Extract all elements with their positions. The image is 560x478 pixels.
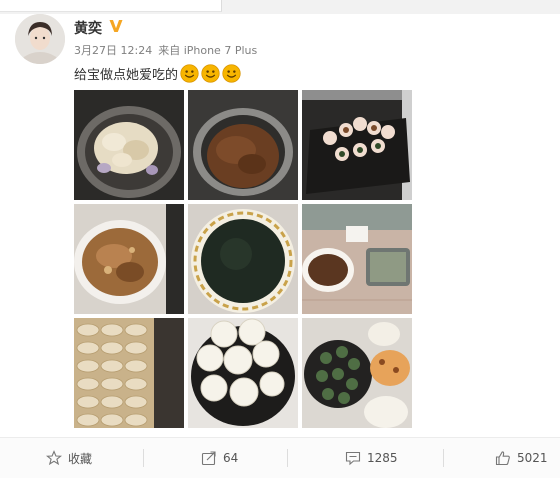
- action-bar: 收藏 64 1285 5021: [0, 438, 560, 478]
- post-meta: 3月27日 12:24 来自 iPhone 7 Plus: [74, 42, 263, 58]
- browser-tab[interactable]: [0, 0, 222, 12]
- avatar[interactable]: [15, 14, 65, 64]
- share-arrow-icon: [201, 451, 216, 466]
- favorite-button[interactable]: 收藏: [46, 438, 92, 478]
- photo-bean-paste-pot[interactable]: [188, 90, 298, 200]
- smile-emoji-icon: [180, 63, 199, 83]
- star-icon: [46, 450, 62, 466]
- browser-tab-strip: [0, 0, 560, 14]
- action-separator: [443, 449, 444, 467]
- repost-count: 64: [223, 451, 239, 465]
- photo-muffin-cups[interactable]: [302, 90, 412, 200]
- post-source: 来自 iPhone 7 Plus: [158, 44, 258, 57]
- action-separator: [287, 449, 288, 467]
- post-date[interactable]: 3月27日 12:24: [74, 44, 152, 57]
- favorite-label: 收藏: [68, 451, 93, 466]
- photo-green-dumplings[interactable]: [302, 318, 412, 428]
- photo-steamed-buns[interactable]: [188, 318, 298, 428]
- post-content: 给宝做点她爱吃的: [74, 62, 241, 84]
- post-text: 给宝做点她爱吃的: [74, 67, 179, 83]
- repost-button[interactable]: 64: [201, 438, 238, 478]
- like-button[interactable]: 5021: [495, 438, 548, 478]
- comment-count: 1285: [367, 451, 398, 465]
- comment-bubble-icon: [345, 451, 361, 466]
- photo-mixed-filling[interactable]: [74, 204, 184, 314]
- like-count: 5021: [517, 451, 548, 465]
- thumbs-up-icon: [495, 451, 510, 466]
- photo-dumpling-tray[interactable]: [74, 318, 184, 428]
- photo-bowls-on-mat[interactable]: [302, 204, 412, 314]
- smile-emoji-icon: [201, 63, 220, 83]
- author-name[interactable]: 黄奕: [74, 18, 102, 38]
- verified-badge-icon: [109, 20, 123, 32]
- comment-button[interactable]: 1285: [345, 438, 398, 478]
- action-separator: [143, 449, 144, 467]
- photo-steamed-taro[interactable]: [74, 90, 184, 200]
- smile-emoji-icon: [222, 63, 241, 83]
- photo-grid: [74, 90, 412, 428]
- photo-black-sesame[interactable]: [188, 204, 298, 314]
